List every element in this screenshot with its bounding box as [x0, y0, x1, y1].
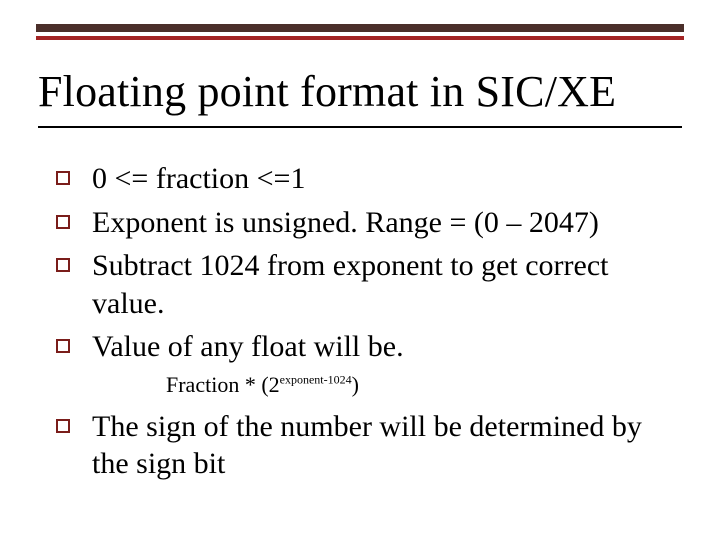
title-underline [38, 126, 682, 128]
decor-bar-dark [36, 24, 684, 32]
decor-bar-red [36, 36, 684, 40]
square-bullet-icon [56, 171, 70, 185]
list-item: The sign of the number will be determine… [56, 408, 680, 483]
slide: Floating point format in SIC/XE 0 <= fra… [0, 0, 720, 540]
list-item: Subtract 1024 from exponent to get corre… [56, 247, 680, 322]
square-bullet-icon [56, 339, 70, 353]
list-item: Value of any float will be. [56, 328, 680, 366]
formula-superscript: exponent-1024 [280, 372, 352, 386]
bullet-text: Subtract 1024 from exponent to get corre… [92, 247, 680, 322]
list-item: 0 <= fraction <=1 [56, 160, 680, 198]
bullet-text: Value of any float will be. [92, 328, 680, 366]
bullet-text: The sign of the number will be determine… [92, 408, 680, 483]
slide-body: 0 <= fraction <=1 Exponent is unsigned. … [56, 160, 680, 489]
list-item: Exponent is unsigned. Range = (0 – 2047) [56, 204, 680, 242]
square-bullet-icon [56, 215, 70, 229]
slide-title: Floating point format in SIC/XE [38, 66, 616, 117]
square-bullet-icon [56, 258, 70, 272]
square-bullet-icon [56, 419, 70, 433]
bullet-text: 0 <= fraction <=1 [92, 160, 680, 198]
formula: Fraction * (2exponent-1024) [166, 372, 680, 398]
formula-prefix: Fraction * (2 [166, 372, 280, 397]
formula-suffix: ) [352, 372, 359, 397]
bullet-text: Exponent is unsigned. Range = (0 – 2047) [92, 204, 680, 242]
